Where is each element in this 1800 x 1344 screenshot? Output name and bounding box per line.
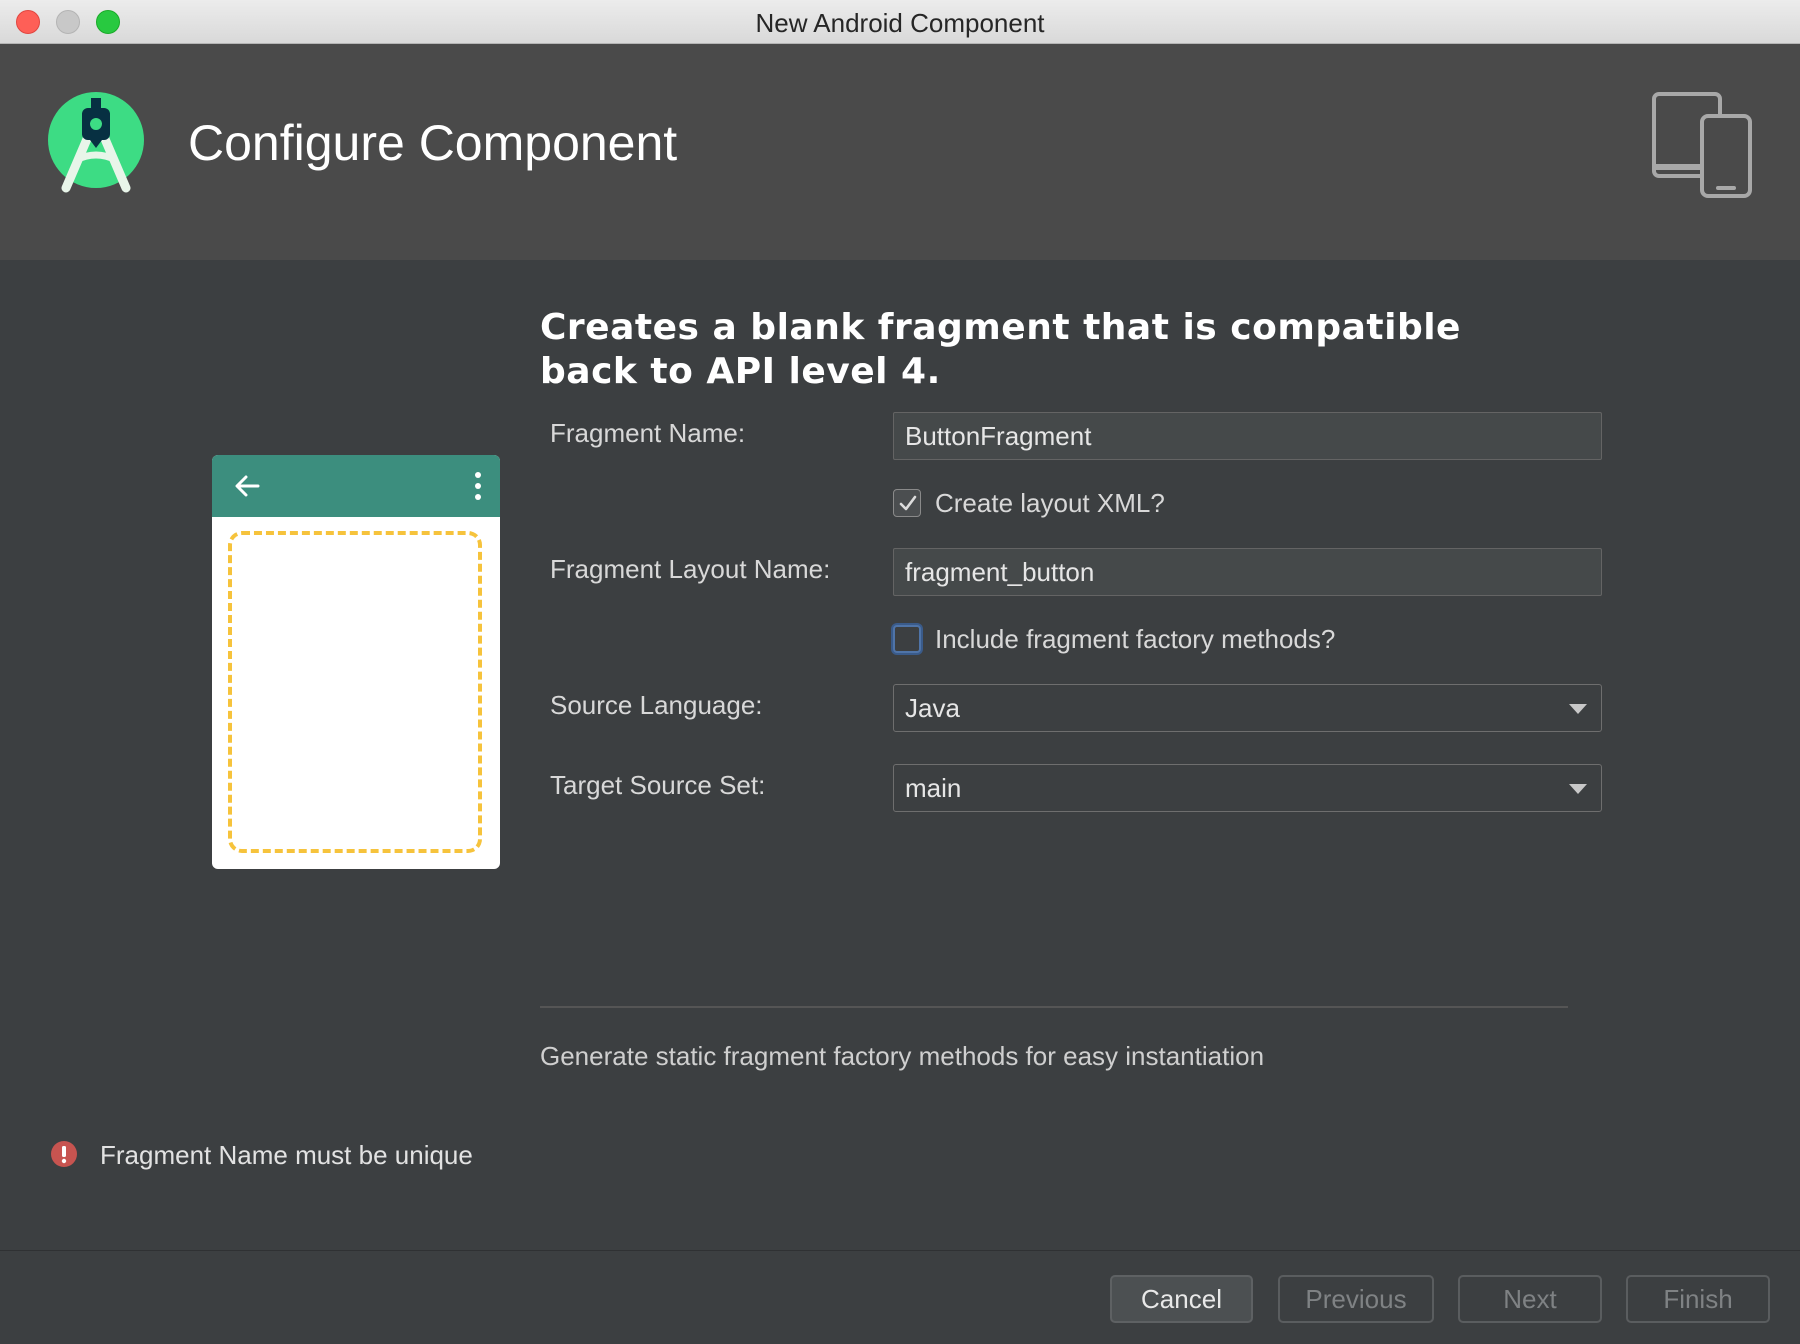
target-source-set-label: Target Source Set: [550, 770, 766, 800]
fragment-name-input[interactable]: ButtonFragment [893, 412, 1602, 460]
title-bar: New Android Component [0, 0, 1800, 44]
back-arrow-icon [235, 475, 260, 497]
target-source-set-value: main [905, 773, 962, 803]
devices-icon [1652, 92, 1752, 198]
dropdown-arrow-icon [1569, 784, 1587, 794]
next-button[interactable]: Next [1458, 1275, 1602, 1323]
footer-bar: Cancel Previous Next Finish [0, 1250, 1800, 1344]
page-title: Configure Component [188, 115, 678, 171]
source-language-label: Source Language: [550, 690, 763, 720]
create-layout-xml-label: Create layout XML? [935, 488, 1165, 518]
fragment-layout-name-label: Fragment Layout Name: [550, 554, 831, 584]
header-banner: Configure Component [0, 44, 1800, 260]
window-title: New Android Component [755, 8, 1045, 38]
previous-button[interactable]: Previous [1278, 1275, 1434, 1323]
fragment-layout-name-input[interactable]: fragment_button [893, 548, 1602, 596]
cancel-button[interactable]: Cancel [1110, 1275, 1253, 1323]
finish-button[interactable]: Finish [1626, 1275, 1770, 1323]
create-layout-xml-checkbox[interactable] [893, 489, 921, 517]
error-icon [51, 1141, 77, 1167]
include-factory-methods-label: Include fragment factory methods? [935, 624, 1336, 654]
fragment-name-label: Fragment Name: [550, 418, 746, 448]
error-message: Fragment Name must be unique [100, 1140, 473, 1170]
source-language-value: Java [905, 693, 960, 723]
preview-app-bar [212, 455, 500, 517]
checkmark-icon [899, 495, 917, 511]
fragment-preview-image [212, 455, 500, 869]
fragment-placeholder-area [228, 531, 482, 853]
include-factory-methods-checkbox[interactable] [893, 625, 921, 653]
template-description: Creates a blank fragment that is compati… [540, 307, 1461, 392]
source-language-select[interactable]: Java [893, 684, 1602, 732]
divider [540, 1006, 1568, 1008]
dropdown-arrow-icon [1569, 704, 1587, 714]
overflow-menu-icon [475, 472, 481, 500]
android-studio-logo-icon [48, 92, 144, 193]
help-text: Generate static fragment factory methods… [540, 1041, 1265, 1071]
target-source-set-select[interactable]: main [893, 764, 1602, 812]
